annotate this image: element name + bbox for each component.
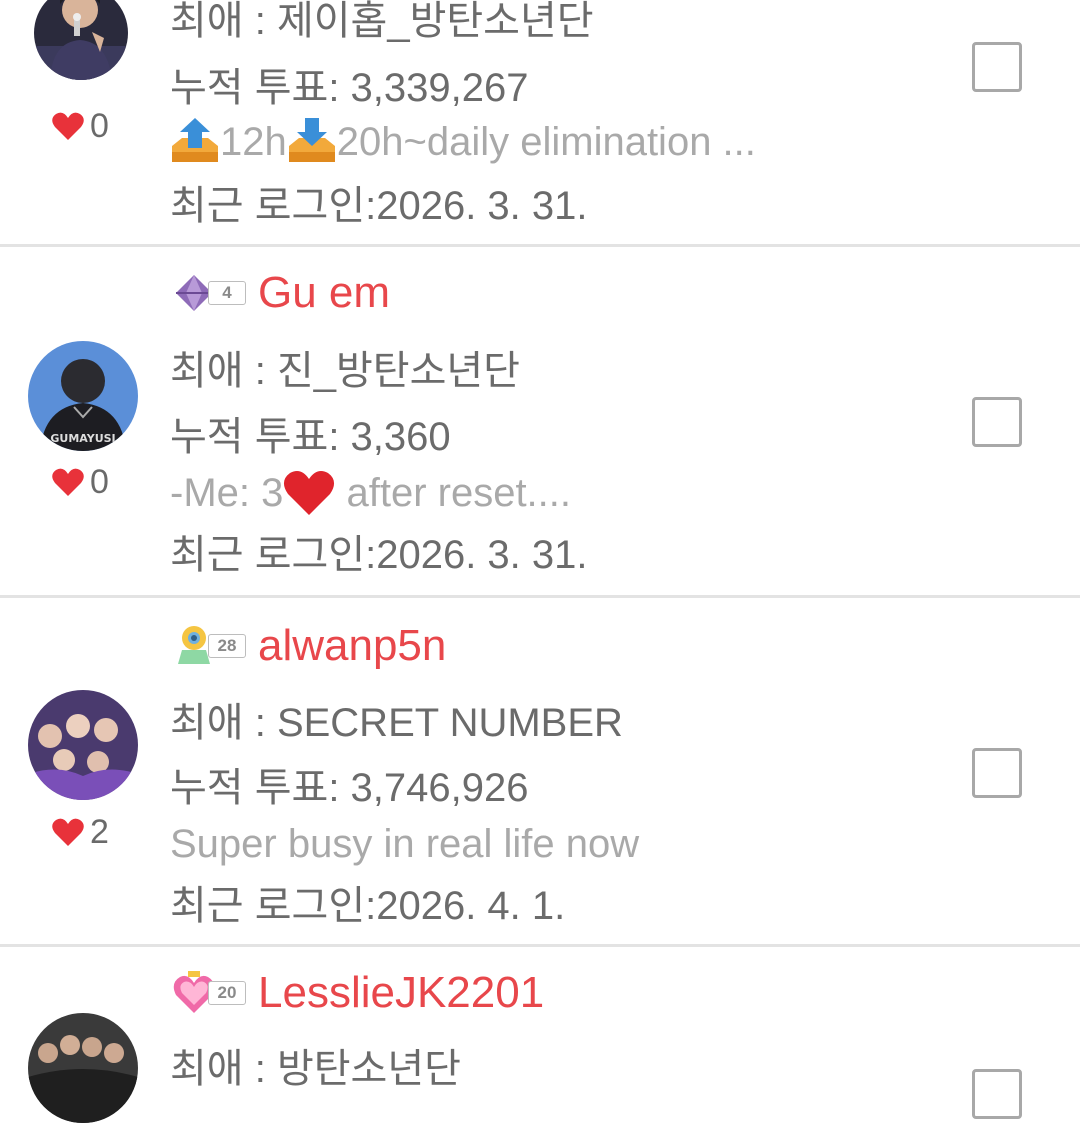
level-number: 4 (208, 281, 246, 305)
level-number: 20 (208, 981, 246, 1005)
avatar-band-photo-icon (28, 1013, 138, 1123)
red-heart-icon (283, 469, 335, 517)
status-message: Super busy in real life now (170, 822, 640, 866)
status-part-2: after reset.... (335, 471, 572, 515)
avatar-singer-icon (34, 0, 128, 80)
like-count[interactable]: 0 (52, 462, 109, 502)
level-badge: 20 (172, 969, 246, 1017)
total-votes-line: 누적 투표: 3,746,926 (170, 766, 529, 810)
username[interactable]: Gu em (258, 271, 390, 315)
like-count-value: 0 (90, 107, 109, 145)
favorite-line: 최애 : 진_방탄소년단 (170, 349, 520, 393)
avatar[interactable] (34, 0, 128, 80)
divider (0, 944, 1080, 947)
divider (0, 244, 1080, 247)
avatar[interactable] (28, 690, 138, 800)
avatar-group-photo-icon (28, 690, 138, 800)
status-part-1: 12h (220, 120, 287, 164)
favorite-line: 최애 : 방탄소년단 (170, 1047, 461, 1091)
status-message: 12h 20h~daily elimination ... (170, 118, 850, 166)
user-name-row[interactable]: 20 LesslieJK2201 (172, 965, 544, 1021)
avatar[interactable]: GUMAYUSI (28, 341, 138, 451)
user-name-row[interactable]: 4 Gu em (172, 265, 390, 321)
divider (0, 595, 1080, 598)
total-votes-line: 누적 투표: 3,339,267 (170, 66, 529, 110)
level-badge: 4 (172, 269, 246, 317)
status-message: -Me: 3 after reset.... (170, 469, 850, 517)
avatar[interactable] (28, 1013, 138, 1123)
heart-icon (52, 467, 84, 497)
username[interactable]: alwanp5n (258, 624, 446, 668)
heart-icon (52, 111, 84, 141)
download-tray-icon (287, 118, 337, 166)
like-count[interactable]: 2 (52, 812, 109, 852)
last-login-line: 최근 로그인:2026. 3. 31. (170, 184, 588, 228)
select-checkbox[interactable] (972, 748, 1022, 798)
select-checkbox[interactable] (972, 42, 1022, 92)
last-login-line: 최근 로그인:2026. 4. 1. (170, 884, 566, 928)
upload-tray-icon (170, 118, 220, 166)
select-checkbox[interactable] (972, 1069, 1022, 1119)
favorite-line: 최애 : SECRET NUMBER (170, 701, 623, 745)
user-name-row[interactable]: 28 alwanp5n (172, 618, 446, 674)
avatar-gumayusi-icon: GUMAYUSI (28, 341, 138, 451)
like-count-value: 2 (90, 813, 109, 851)
last-login-line: 최근 로그인:2026. 3. 31. (170, 533, 588, 577)
username[interactable]: LesslieJK2201 (258, 971, 544, 1015)
total-votes-line: 누적 투표: 3,360 (170, 415, 451, 459)
favorite-line: 최애 : 제이홉_방탄소년단 (170, 0, 594, 43)
level-badge: 28 (172, 622, 246, 670)
level-number: 28 (208, 634, 246, 658)
select-checkbox[interactable] (972, 397, 1022, 447)
status-part-2: 20h~daily elimination ... (336, 120, 756, 164)
svg-text:GUMAYUSI: GUMAYUSI (50, 432, 115, 445)
status-part-1: -Me: 3 (170, 471, 284, 515)
like-count[interactable]: 0 (52, 106, 109, 146)
heart-icon (52, 817, 84, 847)
like-count-value: 0 (90, 463, 109, 501)
